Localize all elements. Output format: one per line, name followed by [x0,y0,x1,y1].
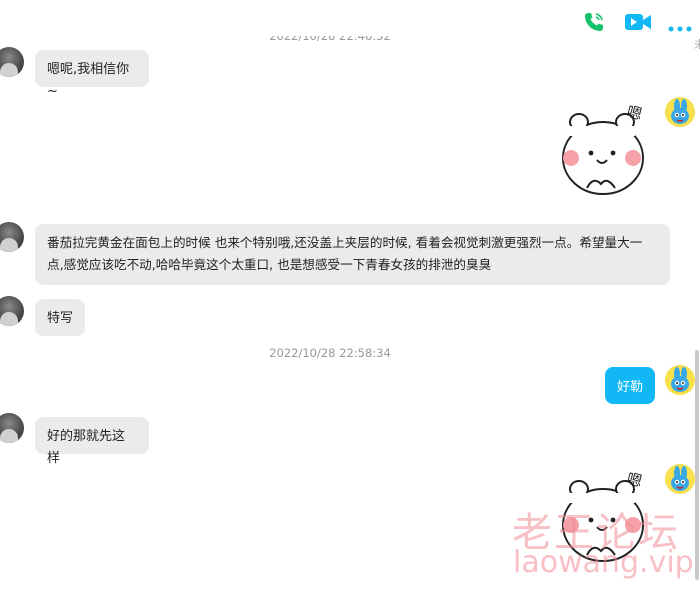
phone-icon[interactable] [582,10,606,34]
message-text: 特写 [47,311,74,326]
avatar[interactable] [0,47,24,77]
message-bubble[interactable]: 番茄拉完黄金在面包上的时候 也来个特别哦,还没盖上夹层的时候, 看着会视觉刺激更… [35,224,670,285]
timestamp: 2022/10/28 22:58:34 [269,346,391,360]
watermark: laowang.vip [513,545,694,580]
message-bubble[interactable]: 好的那就先这样 [35,417,149,466]
avatar[interactable] [0,222,24,252]
avatar[interactable] [0,413,24,443]
video-call-icon[interactable] [624,12,652,32]
avatar[interactable] [665,97,695,127]
more-icon[interactable] [668,18,692,32]
message-text: 好的那就先这样 [47,429,126,466]
message-bubble[interactable]: 特写 [35,299,85,336]
message-text: 好勒 [616,380,643,395]
message-text: 嗯呢,我相信你~ [47,62,130,99]
avatar[interactable] [665,464,695,494]
scrollbar[interactable] [695,350,699,580]
message-bubble[interactable]: 嗯呢,我相信你~ [35,50,149,99]
message-text-line: 点,感觉应该吃不动,哈哈毕竟这个太重口, 也是想感受一下青春女孩的排泄的臭臭 [47,257,492,272]
edge-fragment: 未 [694,38,700,51]
avatar[interactable] [0,296,24,326]
timestamp: 2022/10/28 22:46:52 [269,29,391,43]
avatar[interactable] [665,365,695,395]
sticker[interactable]: 嗯 [555,100,655,200]
message-bubble[interactable]: 好勒 [605,367,655,404]
message-text-line: 番茄拉完黄金在面包上的时候 也来个特别哦,还没盖上夹层的时候, 看着会视觉刺激更… [47,235,643,250]
